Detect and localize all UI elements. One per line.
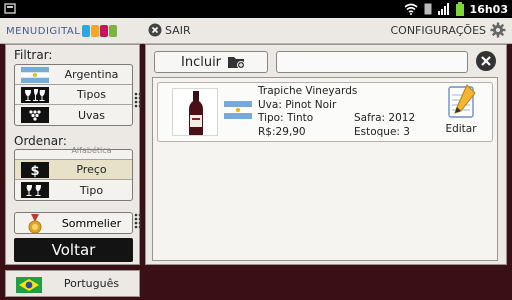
logo-text: MENUDIGITAL xyxy=(6,25,81,37)
wine-stock: Estoque: 3 xyxy=(354,126,410,138)
wine-grape: Uva: Pinot Noir xyxy=(258,99,337,111)
panel-drag-handle[interactable] xyxy=(134,213,142,229)
back-button[interactable]: Voltar xyxy=(14,238,133,262)
add-wine-button[interactable]: Incluir xyxy=(154,51,268,73)
order-group: Alfabética $ Preço Tipo xyxy=(14,146,133,201)
brazil-flag-icon xyxy=(16,277,42,293)
argentina-flag-icon xyxy=(224,101,252,119)
filter-title: Filtrar: xyxy=(14,48,53,62)
filter-country-label: Argentina xyxy=(64,68,119,81)
wine-list-panel: Incluir Trapiche Vineyards Uva: Pinot No… xyxy=(145,44,507,265)
settings-label: CONFIGURAÇÕES xyxy=(390,23,486,37)
filter-group: Argentina Tipos Uvas xyxy=(14,64,133,126)
wine-glasses-icon xyxy=(21,87,49,103)
edit-notepad-icon[interactable] xyxy=(441,83,481,121)
exit-label: SAIR xyxy=(165,23,191,37)
order-alphabetical-button[interactable]: Alfabética xyxy=(15,146,132,160)
filter-grapes-button[interactable]: Uvas xyxy=(15,105,132,125)
app-header: MENUDIGITAL SAIR CONFIGURAÇÕES xyxy=(0,18,512,44)
sommelier-label: Sommelier xyxy=(61,216,122,230)
filter-types-button[interactable]: Tipos xyxy=(15,85,132,105)
sim-icon xyxy=(424,3,432,15)
order-price-button[interactable]: $ Preço xyxy=(15,160,132,180)
app-logo: MENUDIGITAL xyxy=(6,24,118,38)
edit-wine-label[interactable]: Editar xyxy=(441,123,481,135)
medal-icon xyxy=(28,214,42,234)
add-label: Incluir xyxy=(181,54,222,70)
order-price-label: Preço xyxy=(76,163,107,176)
wine-price: R$:29,90 xyxy=(258,126,306,138)
wine-card[interactable]: Trapiche Vineyards Uva: Pinot Noir Tipo:… xyxy=(157,82,493,142)
battery-icon xyxy=(455,2,464,16)
grapes-icon xyxy=(21,107,49,123)
signal-icon xyxy=(437,3,449,15)
search-input[interactable] xyxy=(276,51,468,73)
filter-country-button[interactable]: Argentina xyxy=(15,65,132,85)
back-label: Voltar xyxy=(51,241,96,259)
wine-bottle-image xyxy=(172,88,218,136)
panel-drag-handle[interactable] xyxy=(134,92,142,108)
exit-button[interactable]: SAIR xyxy=(148,23,191,37)
filter-types-label: Tipos xyxy=(77,88,106,101)
filter-grapes-label: Uvas xyxy=(77,108,106,122)
folder-add-icon xyxy=(228,57,245,69)
dollar-icon: $ xyxy=(21,162,49,178)
gear-icon xyxy=(490,22,506,38)
svg-text:$: $ xyxy=(30,164,39,178)
wine-glasses-icon xyxy=(21,182,49,198)
sommelier-button[interactable]: Sommelier xyxy=(14,212,133,234)
language-label: Português xyxy=(63,277,120,290)
clock: 16h03 xyxy=(469,2,508,16)
order-alphabetical-label: Alfabética xyxy=(71,146,112,155)
argentina-flag-icon xyxy=(21,67,49,83)
wine-name: Trapiche Vineyards xyxy=(258,85,358,97)
order-type-label: Tipo xyxy=(79,183,104,197)
language-button[interactable]: Português xyxy=(5,270,140,297)
wine-vintage: Safra: 2012 xyxy=(354,112,416,124)
order-type-button[interactable]: Tipo xyxy=(15,180,132,200)
logo-cups xyxy=(82,25,118,37)
status-bar: 16h03 xyxy=(0,0,512,18)
wine-list: Trapiche Vineyards Uva: Pinot Noir Tipo:… xyxy=(152,77,498,261)
close-circle-icon xyxy=(148,23,162,37)
clear-search-icon[interactable] xyxy=(474,49,498,73)
notification-icon xyxy=(4,3,16,14)
wifi-icon xyxy=(404,3,418,15)
settings-button[interactable]: CONFIGURAÇÕES xyxy=(390,22,506,38)
wine-bottle-icon xyxy=(189,91,203,135)
filter-panel: Filtrar: Argentina Tipos Uvas Ordenar: A… xyxy=(5,44,142,265)
wine-type: Tipo: Tinto xyxy=(258,112,314,124)
